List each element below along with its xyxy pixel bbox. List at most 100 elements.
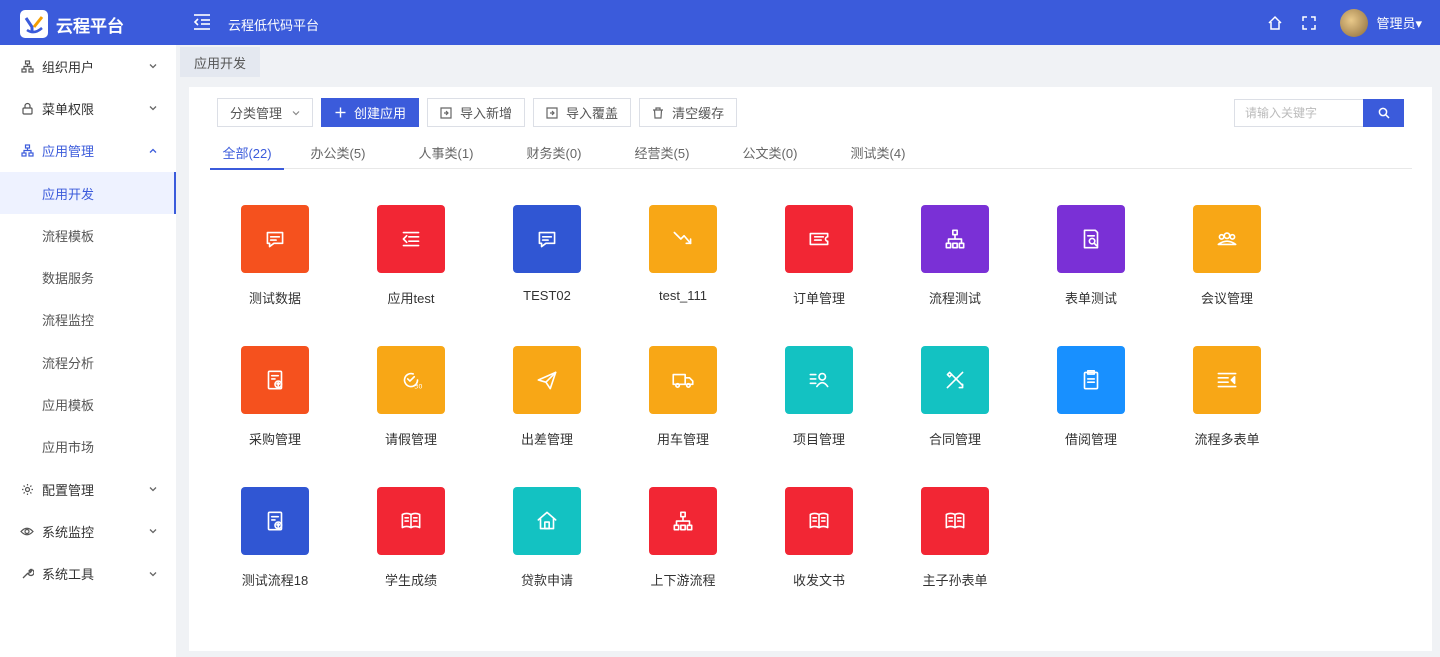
- chevron-down-icon: [149, 571, 157, 577]
- import-icon: [546, 106, 558, 119]
- chevron-down-icon: [149, 64, 157, 69]
- group-icon: [1193, 205, 1261, 273]
- svg-text:30: 30: [414, 383, 422, 391]
- app-card[interactable]: 学生成绩: [343, 487, 479, 607]
- sidebar-subitem-app-market[interactable]: 应用市场: [0, 426, 176, 468]
- app-card[interactable]: 出差管理: [479, 346, 615, 466]
- import-new-label: 导入新增: [460, 106, 513, 121]
- search-icon: [1378, 107, 1390, 119]
- app-card[interactable]: 主子孙表单: [887, 487, 1023, 607]
- message-icon: [513, 205, 581, 273]
- person-list-icon: [785, 346, 853, 414]
- app-label: 项目管理: [792, 432, 845, 447]
- wrench-icon: [20, 567, 34, 581]
- sidebar-item-system-tools[interactable]: 系统工具: [0, 553, 176, 595]
- top-bar: 云程平台 云程低代码平台 管理员▾: [0, 0, 1440, 45]
- category-tabs: 全部(22) 办公类(5) 人事类(1) 财务类(0) 经营类(5) 公文类(0…: [210, 139, 1412, 170]
- sidebar-item-app-management[interactable]: 应用管理: [0, 130, 176, 172]
- app-label: 采购管理: [248, 432, 301, 447]
- tag-app-dev[interactable]: 应用开发: [180, 47, 261, 77]
- app-card[interactable]: 订单管理: [751, 205, 887, 325]
- truck-icon: [649, 346, 717, 414]
- eye-icon: [20, 524, 34, 538]
- app-card[interactable]: TEST02: [479, 205, 615, 325]
- tab-finance[interactable]: 财务类(0): [500, 139, 608, 169]
- app-card[interactable]: 流程测试: [887, 205, 1023, 325]
- sidebar-item-system-monitor[interactable]: 系统监控: [0, 510, 176, 552]
- app-label: 测试流程18: [241, 573, 309, 588]
- menu-toggle-icon[interactable]: [192, 12, 212, 32]
- user-menu[interactable]: 管理员▾: [1376, 13, 1422, 32]
- import-new-button[interactable]: 导入新增: [427, 98, 526, 127]
- tab-office[interactable]: 办公类(5): [284, 139, 392, 169]
- tab-all[interactable]: 全部(22): [210, 139, 284, 170]
- sidebar-item-label: 配置管理: [42, 482, 95, 498]
- sidebar-subitem-data-services[interactable]: 数据服务: [0, 256, 176, 298]
- hierarchy-icon: [649, 487, 717, 555]
- import-overwrite-label: 导入覆盖: [566, 106, 619, 121]
- clock-30-icon: 30: [377, 346, 445, 414]
- plus-icon: [334, 107, 346, 119]
- category-management-dropdown[interactable]: 分类管理: [217, 98, 314, 127]
- app-card[interactable]: 合同管理: [887, 346, 1023, 466]
- app-label: 贷款申请: [520, 573, 573, 588]
- import-icon: [440, 106, 452, 119]
- clear-cache-button[interactable]: 清空缓存: [639, 98, 738, 127]
- app-card[interactable]: 收发文书: [751, 487, 887, 607]
- home-icon[interactable]: [1266, 14, 1284, 32]
- app-card[interactable]: 应用test: [343, 205, 479, 325]
- sidebar-item-label: 系统工具: [42, 567, 95, 583]
- app-card[interactable]: 会议管理: [1159, 205, 1295, 325]
- fullscreen-icon[interactable]: [1300, 14, 1318, 32]
- app-card[interactable]: 测试数据: [207, 205, 343, 325]
- search-button[interactable]: [1363, 99, 1404, 127]
- chevron-down-icon: [292, 110, 300, 115]
- avatar[interactable]: [1340, 8, 1369, 37]
- clear-cache-label: 清空缓存: [672, 106, 725, 121]
- sidebar-subitem-flow-analysis[interactable]: 流程分析: [0, 341, 176, 383]
- sidebar-item-config[interactable]: 配置管理: [0, 468, 176, 510]
- tab-documents[interactable]: 公文类(0): [716, 139, 824, 169]
- app-card[interactable]: 借阅管理: [1023, 346, 1159, 466]
- clipboard-icon: [1057, 346, 1125, 414]
- tab-test[interactable]: 测试类(4): [824, 139, 932, 169]
- sidebar-subitem-app-templates[interactable]: 应用模板: [0, 383, 176, 425]
- message-icon: [241, 205, 309, 273]
- app-label: 收发文书: [792, 573, 845, 588]
- app-card[interactable]: 项目管理: [751, 346, 887, 466]
- trash-icon: [652, 106, 664, 119]
- sidebar-subitem-app-dev[interactable]: 应用开发: [0, 171, 176, 215]
- app-card[interactable]: 贷款申请: [479, 487, 615, 607]
- tab-business[interactable]: 经营类(5): [608, 139, 716, 169]
- app-label: 应用test: [387, 291, 435, 306]
- form-upload-icon: [241, 487, 309, 555]
- app-card[interactable]: 表单测试: [1023, 205, 1159, 325]
- app-label: 表单测试: [1064, 291, 1117, 306]
- tab-hr[interactable]: 人事类(1): [392, 139, 500, 169]
- search-input[interactable]: [1234, 99, 1363, 127]
- create-app-button[interactable]: 创建应用: [321, 98, 420, 127]
- app-card[interactable]: 上下游流程: [615, 487, 751, 607]
- app-card[interactable]: 测试流程18: [207, 487, 343, 607]
- logo[interactable]: 云程平台: [20, 10, 124, 38]
- ticket-icon: [785, 205, 853, 273]
- app-label: 学生成绩: [384, 573, 437, 588]
- app-label: 主子孙表单: [922, 573, 988, 588]
- sidebar-item-org-users[interactable]: 组织用户: [0, 45, 176, 87]
- sidebar-subitem-flow-templates[interactable]: 流程模板: [0, 214, 176, 256]
- sidebar-subitem-flow-monitor[interactable]: 流程监控: [0, 299, 176, 341]
- sidebar-item-menu-permissions[interactable]: 菜单权限: [0, 87, 176, 129]
- app-card[interactable]: 30 请假管理: [343, 346, 479, 466]
- tag-bar: 应用开发: [176, 45, 1440, 77]
- app-card[interactable]: 采购管理: [207, 346, 343, 466]
- sidebar-item-label: 菜单权限: [42, 101, 95, 117]
- app-card[interactable]: 用车管理: [615, 346, 751, 466]
- hierarchy-icon: [921, 205, 989, 273]
- app-card[interactable]: 流程多表单: [1159, 346, 1295, 466]
- app-label: 合同管理: [928, 432, 981, 447]
- app-label: 用车管理: [656, 432, 709, 447]
- app-card[interactable]: test_111: [615, 205, 751, 325]
- import-overwrite-button[interactable]: 导入覆盖: [533, 98, 632, 127]
- create-app-label: 创建应用: [354, 106, 407, 121]
- indent-icon: [377, 205, 445, 273]
